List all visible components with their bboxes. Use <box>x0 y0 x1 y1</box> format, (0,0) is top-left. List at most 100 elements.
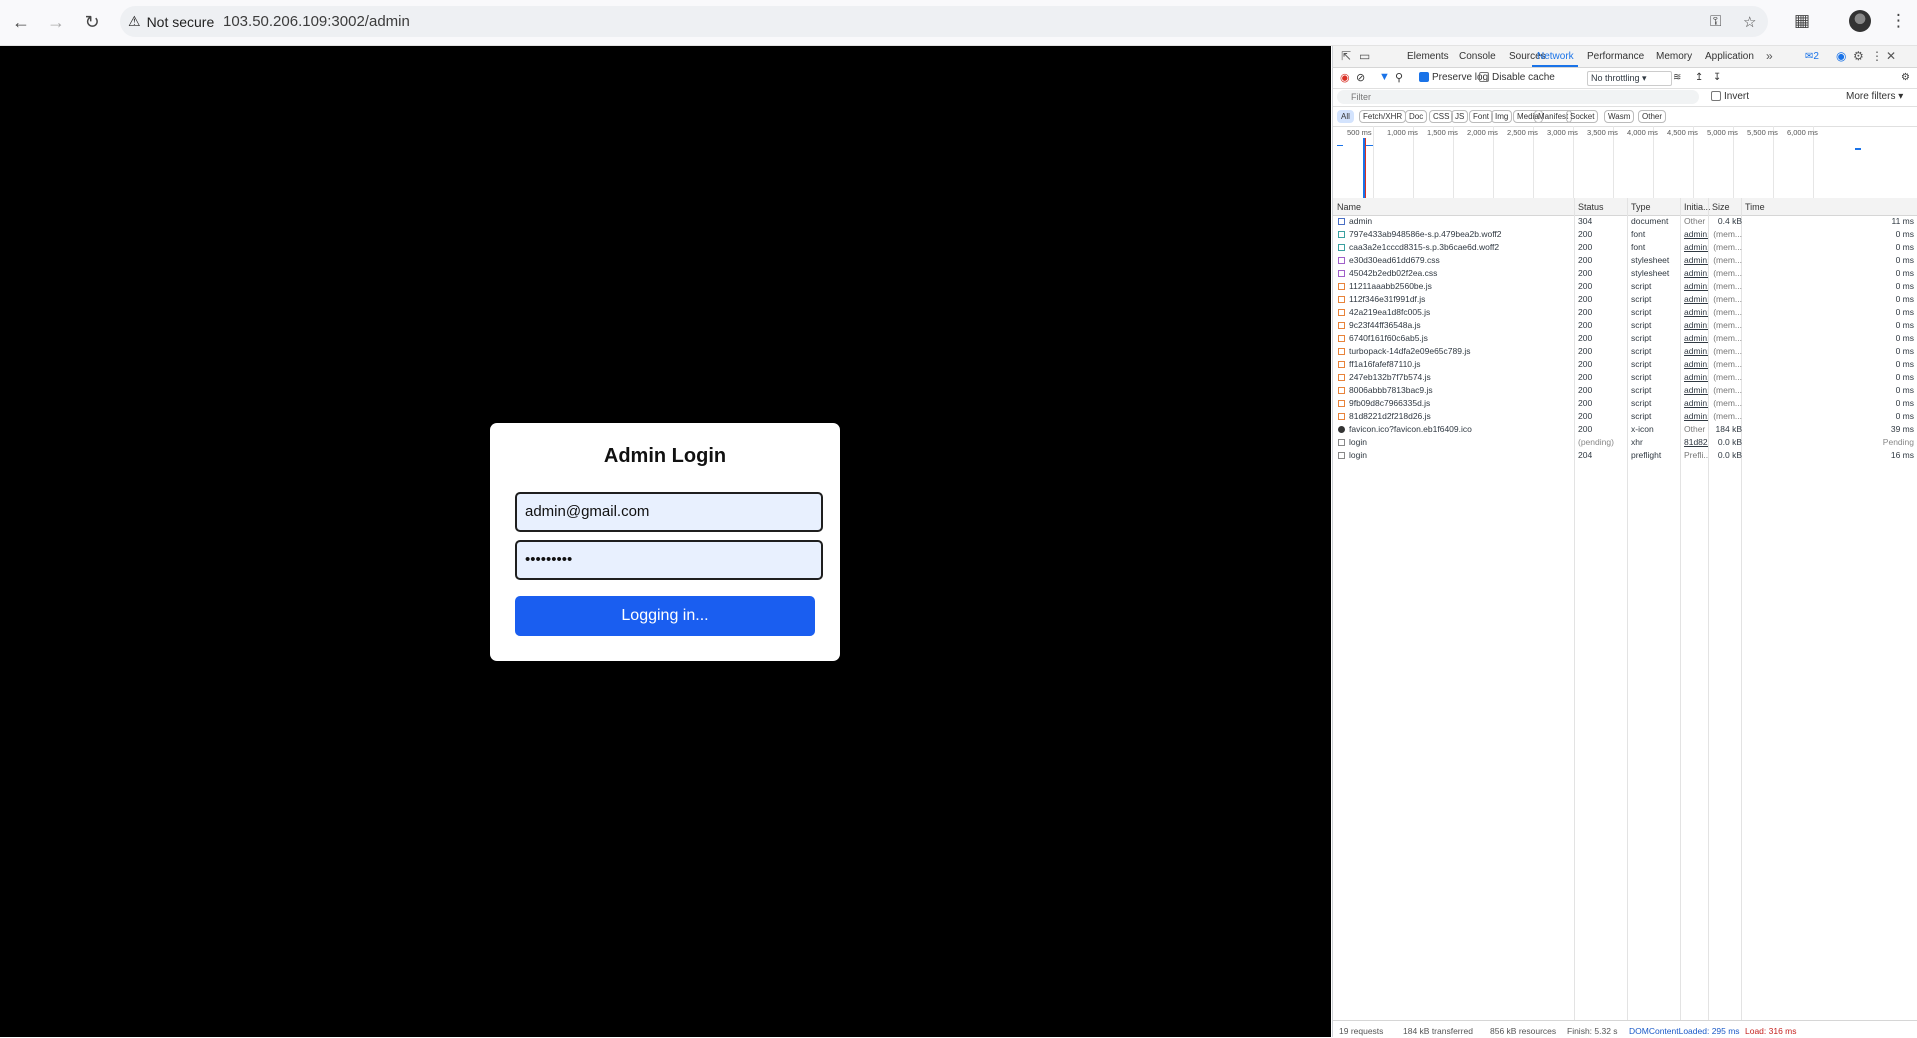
table-row[interactable]: 81d8221d2f218d26.js 200 script admin:1 (mem.… <box>1333 410 1917 423</box>
table-row[interactable]: 9c23f44ff36548a.js 200 script admin:1 (mem..… <box>1333 319 1917 332</box>
table-row[interactable]: 247eb132b7f7b574.js 200 script admin:1 (mem.… <box>1333 371 1917 384</box>
disable-cache-checkbox[interactable]: Disable cache <box>1479 72 1555 83</box>
cell-initiator[interactable]: admin:1 <box>1684 410 1708 423</box>
cell-initiator[interactable]: admin:1 <box>1684 254 1708 267</box>
type-filter-doc[interactable]: Doc <box>1405 110 1428 123</box>
cell-initiator[interactable]: admin:1 <box>1684 384 1708 397</box>
type-filter-other[interactable]: Other <box>1638 110 1667 123</box>
tab-application[interactable]: Application <box>1705 51 1754 62</box>
cell-initiator[interactable]: admin:1 <box>1684 280 1708 293</box>
import-har-icon[interactable]: ↥ <box>1695 72 1703 83</box>
table-row[interactable]: login 204 preflight Prefli... 0.0 kB 16 ms <box>1333 449 1917 462</box>
network-conditions-icon[interactable]: ≋ <box>1673 72 1681 83</box>
cell-initiator[interactable]: Other <box>1684 423 1708 436</box>
cell-initiator[interactable]: admin:1 <box>1684 306 1708 319</box>
cell-initiator[interactable]: admin:1 <box>1684 397 1708 410</box>
tab-elements[interactable]: Elements <box>1407 51 1449 62</box>
table-row[interactable]: turbopack-14dfa2e09e65c789.js 200 script ad… <box>1333 345 1917 358</box>
more-tabs-icon[interactable]: » <box>1766 49 1773 63</box>
table-row[interactable]: 6740f161f60c6ab5.js 200 script admin:1 (mem.… <box>1333 332 1917 345</box>
cell-initiator[interactable]: admin:1 <box>1684 332 1708 345</box>
security-indicator[interactable]: ⚠ Not secure <box>128 13 214 30</box>
type-filter-all[interactable]: All <box>1337 110 1354 123</box>
issues-badge[interactable]: ✉2 <box>1805 51 1819 62</box>
search-icon[interactable]: ⚲ <box>1395 71 1403 84</box>
login-button[interactable]: Logging in... <box>515 596 815 636</box>
clear-icon[interactable]: ⊘ <box>1356 71 1365 84</box>
cell-initiator[interactable]: Prefli... <box>1684 449 1708 462</box>
email-field[interactable]: admin@gmail.com <box>515 492 823 532</box>
cell-initiator[interactable]: admin:1 <box>1684 345 1708 358</box>
throttling-select[interactable]: No throttling ▾ <box>1587 71 1672 86</box>
column-header-type[interactable]: Type <box>1631 202 1651 212</box>
timeline-label: 2,500 ms <box>1507 128 1538 137</box>
filter-funnel-icon[interactable]: ▼ <box>1379 71 1390 83</box>
column-header-size[interactable]: Size <box>1712 202 1730 212</box>
cell-initiator[interactable]: admin:1 <box>1684 241 1708 254</box>
password-field[interactable]: ••••••••• <box>515 540 823 580</box>
close-devtools-icon[interactable]: ✕ <box>1886 49 1896 63</box>
table-row[interactable]: favicon.ico?favicon.eb1f6409.ico 200 x-ico… <box>1333 423 1917 436</box>
table-row[interactable]: e30d30ead61dd679.css 200 stylesheet admin:1… <box>1333 254 1917 267</box>
cell-type: script <box>1631 346 1652 356</box>
network-settings-icon[interactable]: ⚙ <box>1901 72 1910 83</box>
transferred-size: 184 kB transferred <box>1403 1026 1473 1036</box>
settings-gear-icon[interactable]: ⚙ <box>1853 49 1864 63</box>
tab-performance[interactable]: Performance <box>1587 51 1644 62</box>
table-row[interactable]: 8006abbb7813bac9.js 200 script admin:1 (mem.… <box>1333 384 1917 397</box>
tab-memory[interactable]: Memory <box>1656 51 1692 62</box>
tab-console[interactable]: Console <box>1459 51 1496 62</box>
table-row[interactable]: admin 304 document Other 0.4 kB 11 ms <box>1333 215 1917 228</box>
more-filters-dropdown[interactable]: More filters ▾ <box>1846 91 1903 102</box>
record-icon[interactable]: ◉ <box>1340 71 1350 84</box>
table-row[interactable]: ff1a16fafef87110.js 200 script admin:1 (mem.… <box>1333 358 1917 371</box>
column-header-status[interactable]: Status <box>1578 202 1604 212</box>
cell-initiator[interactable]: admin:1 <box>1684 371 1708 384</box>
reload-icon[interactable]: ↻ <box>81 11 103 33</box>
cell-initiator[interactable]: admin:1 <box>1684 228 1708 241</box>
filter-input[interactable]: Filter <box>1337 90 1699 104</box>
cell-initiator[interactable]: admin:1 <box>1684 267 1708 280</box>
type-filter-wasm[interactable]: Wasm <box>1604 110 1635 123</box>
column-header-time[interactable]: Time <box>1745 202 1765 212</box>
inspect-element-icon[interactable]: ⇱ <box>1341 49 1351 63</box>
column-header-initia[interactable]: Initia... <box>1684 202 1711 212</box>
invert-checkbox[interactable]: Invert <box>1711 91 1749 102</box>
bookmark-star-icon[interactable]: ☆ <box>1743 13 1756 31</box>
type-filter-css[interactable]: CSS <box>1429 110 1454 123</box>
profile-avatar[interactable] <box>1849 10 1871 32</box>
table-row[interactable]: 42a219ea1d8fc005.js 200 script admin:1 (mem.… <box>1333 306 1917 319</box>
cell-initiator[interactable]: 81d822 <box>1684 436 1708 449</box>
device-toolbar-icon[interactable]: ▭ <box>1359 49 1370 63</box>
table-row[interactable]: 797e433ab948586e-s.p.479bea2b.woff2 200 fo… <box>1333 228 1917 241</box>
cell-initiator[interactable]: admin:1 <box>1684 358 1708 371</box>
table-row[interactable]: 45042b2edb02f2ea.css 200 stylesheet admin:1… <box>1333 267 1917 280</box>
password-key-icon[interactable]: ⚿ <box>1710 13 1721 30</box>
cell-name: admin <box>1349 216 1373 226</box>
table-row[interactable]: 9fb09d8c7966335d.js 200 script admin:1 (mem.… <box>1333 397 1917 410</box>
address-bar[interactable]: ⚠ Not secure 103.50.206.109:3002/admin ⚿… <box>120 6 1768 37</box>
back-arrow-icon[interactable]: ← <box>10 11 32 33</box>
url-text[interactable]: 103.50.206.109:3002/admin <box>223 13 410 30</box>
type-filter-js[interactable]: JS <box>1451 110 1469 123</box>
table-row[interactable]: 112f346e31f991df.js 200 script admin:1 (mem.… <box>1333 293 1917 306</box>
cell-initiator[interactable]: admin:1 <box>1684 319 1708 332</box>
table-row[interactable]: 11211aaabb2560be.js 200 script admin:1 (mem.… <box>1333 280 1917 293</box>
forward-arrow-icon[interactable]: → <box>45 11 67 33</box>
devtools-menu-icon[interactable]: ⋮ <box>1871 49 1883 63</box>
type-filter-img[interactable]: Img <box>1491 110 1513 123</box>
type-filter-fetchxhr[interactable]: Fetch/XHR <box>1359 110 1407 123</box>
preserve-log-checkbox[interactable]: Preserve log <box>1419 72 1488 83</box>
type-filter-font[interactable]: Font <box>1469 110 1494 123</box>
extensions-icon[interactable]: ▦ <box>1794 11 1810 31</box>
table-row[interactable]: caa3a2e1cccd8315-s.p.3b6cae6d.woff2 200 fo… <box>1333 241 1917 254</box>
browser-menu-icon[interactable]: ⋮ <box>1890 11 1907 31</box>
sync-icon[interactable]: ◉ <box>1836 49 1846 63</box>
export-har-icon[interactable]: ↧ <box>1713 72 1721 83</box>
cell-initiator[interactable]: admin:1 <box>1684 293 1708 306</box>
tab-network[interactable]: Network <box>1537 51 1574 62</box>
cell-initiator[interactable]: Other <box>1684 215 1708 228</box>
type-filter-socket[interactable]: Socket <box>1566 110 1599 123</box>
table-row[interactable]: login (pending) xhr 81d822 0.0 kB Pending <box>1333 436 1917 449</box>
column-header-name[interactable]: Name <box>1337 202 1361 212</box>
